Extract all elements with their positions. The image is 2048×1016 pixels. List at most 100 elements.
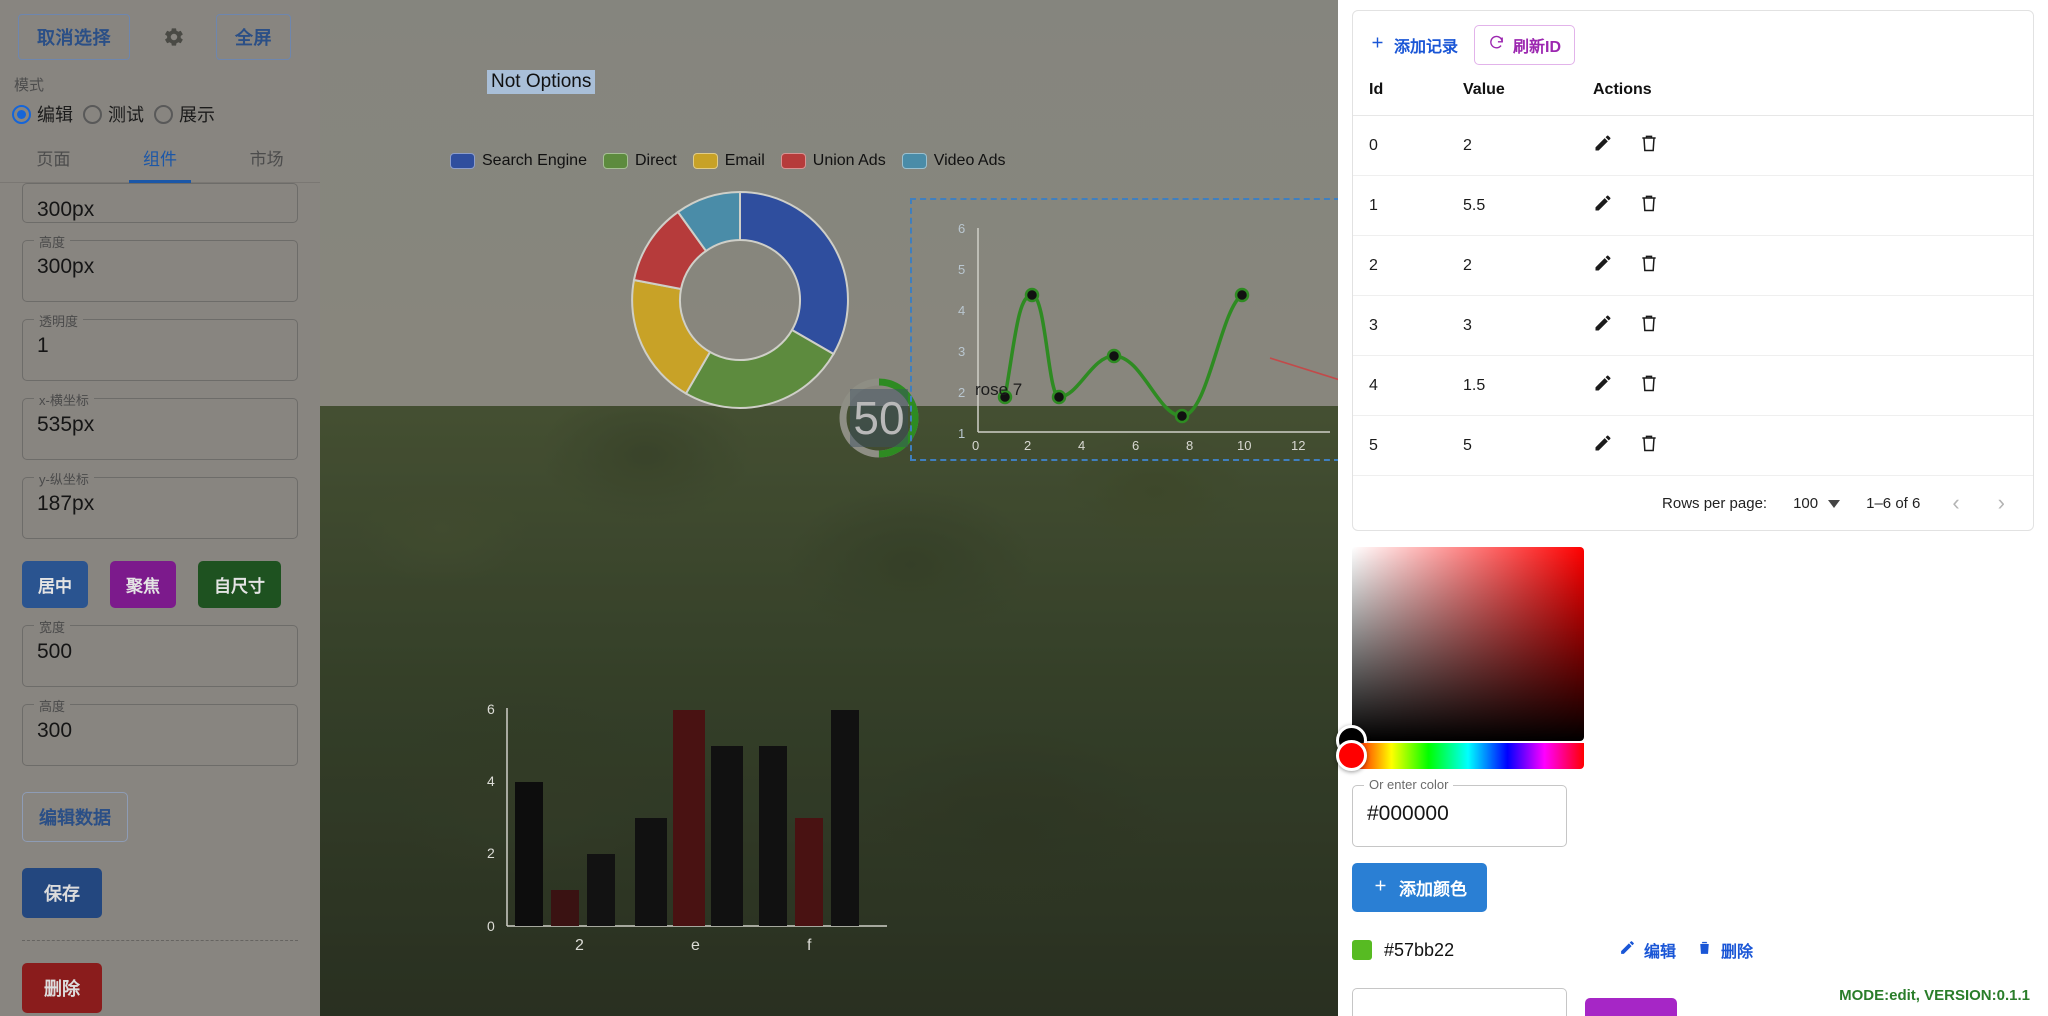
y-tick-label: 2	[487, 845, 495, 861]
delete-row-icon[interactable]	[1639, 433, 1681, 453]
auto-size-button[interactable]: 自尺寸	[198, 561, 281, 608]
edit-row-icon[interactable]	[1593, 193, 1635, 213]
records-table: Id Value Actions 0 2 1 5.5 2 2 3 3 4 1.5…	[1353, 75, 2033, 476]
bar[interactable]	[759, 746, 787, 926]
field-width[interactable]: 宽度 500	[22, 617, 298, 687]
status-badge: MODE:edit, VERSION:0.1.1	[1839, 987, 2030, 1004]
rows-per-page-label: Rows per page:	[1662, 494, 1768, 512]
pie-chart-title[interactable]: Not Options	[487, 70, 596, 94]
edit-row-icon[interactable]	[1593, 373, 1635, 393]
next-page-icon[interactable]: ›	[1992, 492, 2011, 514]
fullscreen-button[interactable]: 全屏	[216, 14, 291, 60]
new-color-input[interactable]	[1352, 988, 1567, 1016]
focus-button[interactable]: 聚焦	[110, 561, 176, 608]
tab-pages[interactable]: 页面	[30, 137, 76, 182]
add-color-label: 添加颜色	[1399, 880, 1467, 899]
legend-item[interactable]: Direct	[602, 152, 677, 170]
field-width-px[interactable]: 300px	[22, 183, 298, 223]
delete-color-button[interactable]: 删除	[1696, 938, 1753, 962]
table-row[interactable]: 1 5.5	[1353, 175, 2033, 236]
bar[interactable]	[831, 710, 859, 926]
bottom-purple-button[interactable]	[1585, 998, 1677, 1016]
bar[interactable]	[515, 782, 543, 926]
donut-pie-chart[interactable]	[615, 175, 865, 425]
sidebar-tabs: 页面 组件 市场	[0, 137, 320, 183]
edit-row-icon[interactable]	[1593, 313, 1635, 333]
field-height-px[interactable]: 高度 300px	[22, 232, 298, 302]
pie-slice-direct[interactable]	[684, 328, 835, 409]
delete-row-icon[interactable]	[1639, 253, 1681, 273]
field-y-coordinate[interactable]: y-纵坐标 187px	[22, 469, 298, 539]
saved-color-hex: #57bb22	[1384, 939, 1455, 960]
pencil-icon	[1619, 939, 1636, 961]
rows-per-page-select[interactable]: 100	[1793, 495, 1841, 512]
mode-radio-group: 编辑 测试 展示	[0, 99, 320, 137]
y-tick-label: 4	[487, 773, 495, 789]
y-tick-label: 2	[958, 385, 965, 400]
cell-actions	[1593, 115, 2033, 176]
bar[interactable]	[673, 710, 705, 926]
previous-page-icon[interactable]: ‹	[1946, 492, 1965, 514]
delete-button[interactable]: 删除	[22, 963, 102, 1013]
table-row[interactable]: 4 1.5	[1353, 355, 2033, 416]
legend-item[interactable]: Email	[692, 152, 765, 170]
center-button[interactable]: 居中	[22, 561, 88, 608]
cell-id: 3	[1353, 295, 1463, 356]
delete-row-icon[interactable]	[1639, 373, 1681, 393]
saturation-value-area[interactable]	[1336, 547, 1584, 756]
table-row[interactable]: 3 3	[1353, 295, 2033, 356]
table-row[interactable]: 5 5	[1353, 415, 2033, 476]
edit-data-button[interactable]: 编辑数据	[22, 792, 128, 842]
field-opacity[interactable]: 透明度 1	[22, 311, 298, 381]
cell-actions	[1593, 415, 2033, 476]
cancel-select-button[interactable]: 取消选择	[18, 14, 130, 60]
delete-row-icon[interactable]	[1639, 313, 1681, 333]
hue-knob[interactable]	[1336, 740, 1367, 771]
cell-actions	[1593, 235, 2033, 296]
legend-item[interactable]: Video Ads	[901, 152, 1005, 170]
table-row[interactable]: 2 2	[1353, 235, 2033, 296]
y-tick-label: 1	[958, 426, 965, 441]
app-root: 取消选择 全屏 模式 编辑 测试 展示 页面 组件 市场 300px 高度 30…	[0, 0, 2048, 1016]
field-height[interactable]: 高度 300	[22, 696, 298, 766]
bar[interactable]	[711, 746, 743, 926]
x-tick-label: 12	[1291, 438, 1305, 453]
mode-radio-edit[interactable]: 编辑	[12, 101, 79, 127]
add-color-button[interactable]: 添加颜色	[1352, 863, 1487, 912]
legend-item[interactable]: Union Ads	[780, 152, 886, 170]
bar-chart-dark[interactable]: 6 4 2 0 2 e f	[475, 700, 895, 1000]
pie-slice-search-engine[interactable]	[739, 190, 849, 356]
hex-color-field[interactable]: Or enter color #000000	[1352, 777, 1567, 847]
refresh-id-button[interactable]: 刷新ID	[1474, 25, 1576, 65]
add-record-button[interactable]: 添加记录	[1369, 33, 1458, 57]
delete-row-icon[interactable]	[1639, 133, 1681, 153]
cell-value: 5.5	[1463, 175, 1593, 236]
field-width-legend: 宽度	[34, 617, 71, 636]
edit-row-icon[interactable]	[1593, 133, 1635, 153]
cell-actions	[1593, 175, 2033, 236]
bar[interactable]	[795, 818, 823, 926]
mode-radio-test[interactable]: 测试	[83, 101, 150, 127]
tab-components[interactable]: 组件	[128, 137, 191, 183]
legend-item[interactable]: Search Engine	[450, 152, 587, 170]
save-button[interactable]: 保存	[22, 868, 102, 918]
bar[interactable]	[635, 818, 667, 926]
hue-slider[interactable]	[1336, 740, 1584, 771]
table-row[interactable]: 0 2	[1353, 115, 2033, 176]
edit-row-icon[interactable]	[1593, 253, 1635, 273]
field-x-coordinate[interactable]: x-横坐标 535px	[22, 390, 298, 460]
edit-row-icon[interactable]	[1593, 433, 1635, 453]
gear-icon[interactable]	[156, 20, 190, 54]
line-chart[interactable]: 6 5 4 3 2 1 0 2 4 6 8 10 12	[910, 200, 1338, 460]
bar[interactable]	[587, 854, 615, 926]
delete-row-icon[interactable]	[1639, 193, 1681, 213]
bar[interactable]	[551, 890, 579, 926]
legend-swatch-icon	[901, 153, 927, 169]
field-opacity-value: 1	[37, 334, 49, 357]
mode-radio-display[interactable]: 展示	[154, 101, 221, 127]
pie-chart-legend: Search Engine Direct Email Union Ads Vid…	[450, 152, 1005, 170]
edit-color-button[interactable]: 编辑	[1619, 938, 1676, 962]
design-canvas[interactable]: Not Options Search Engine Direct Email U…	[320, 0, 1338, 1016]
tab-market[interactable]: 市场	[244, 137, 290, 182]
pagination-range-label: 1–6 of 6	[1866, 494, 1921, 512]
